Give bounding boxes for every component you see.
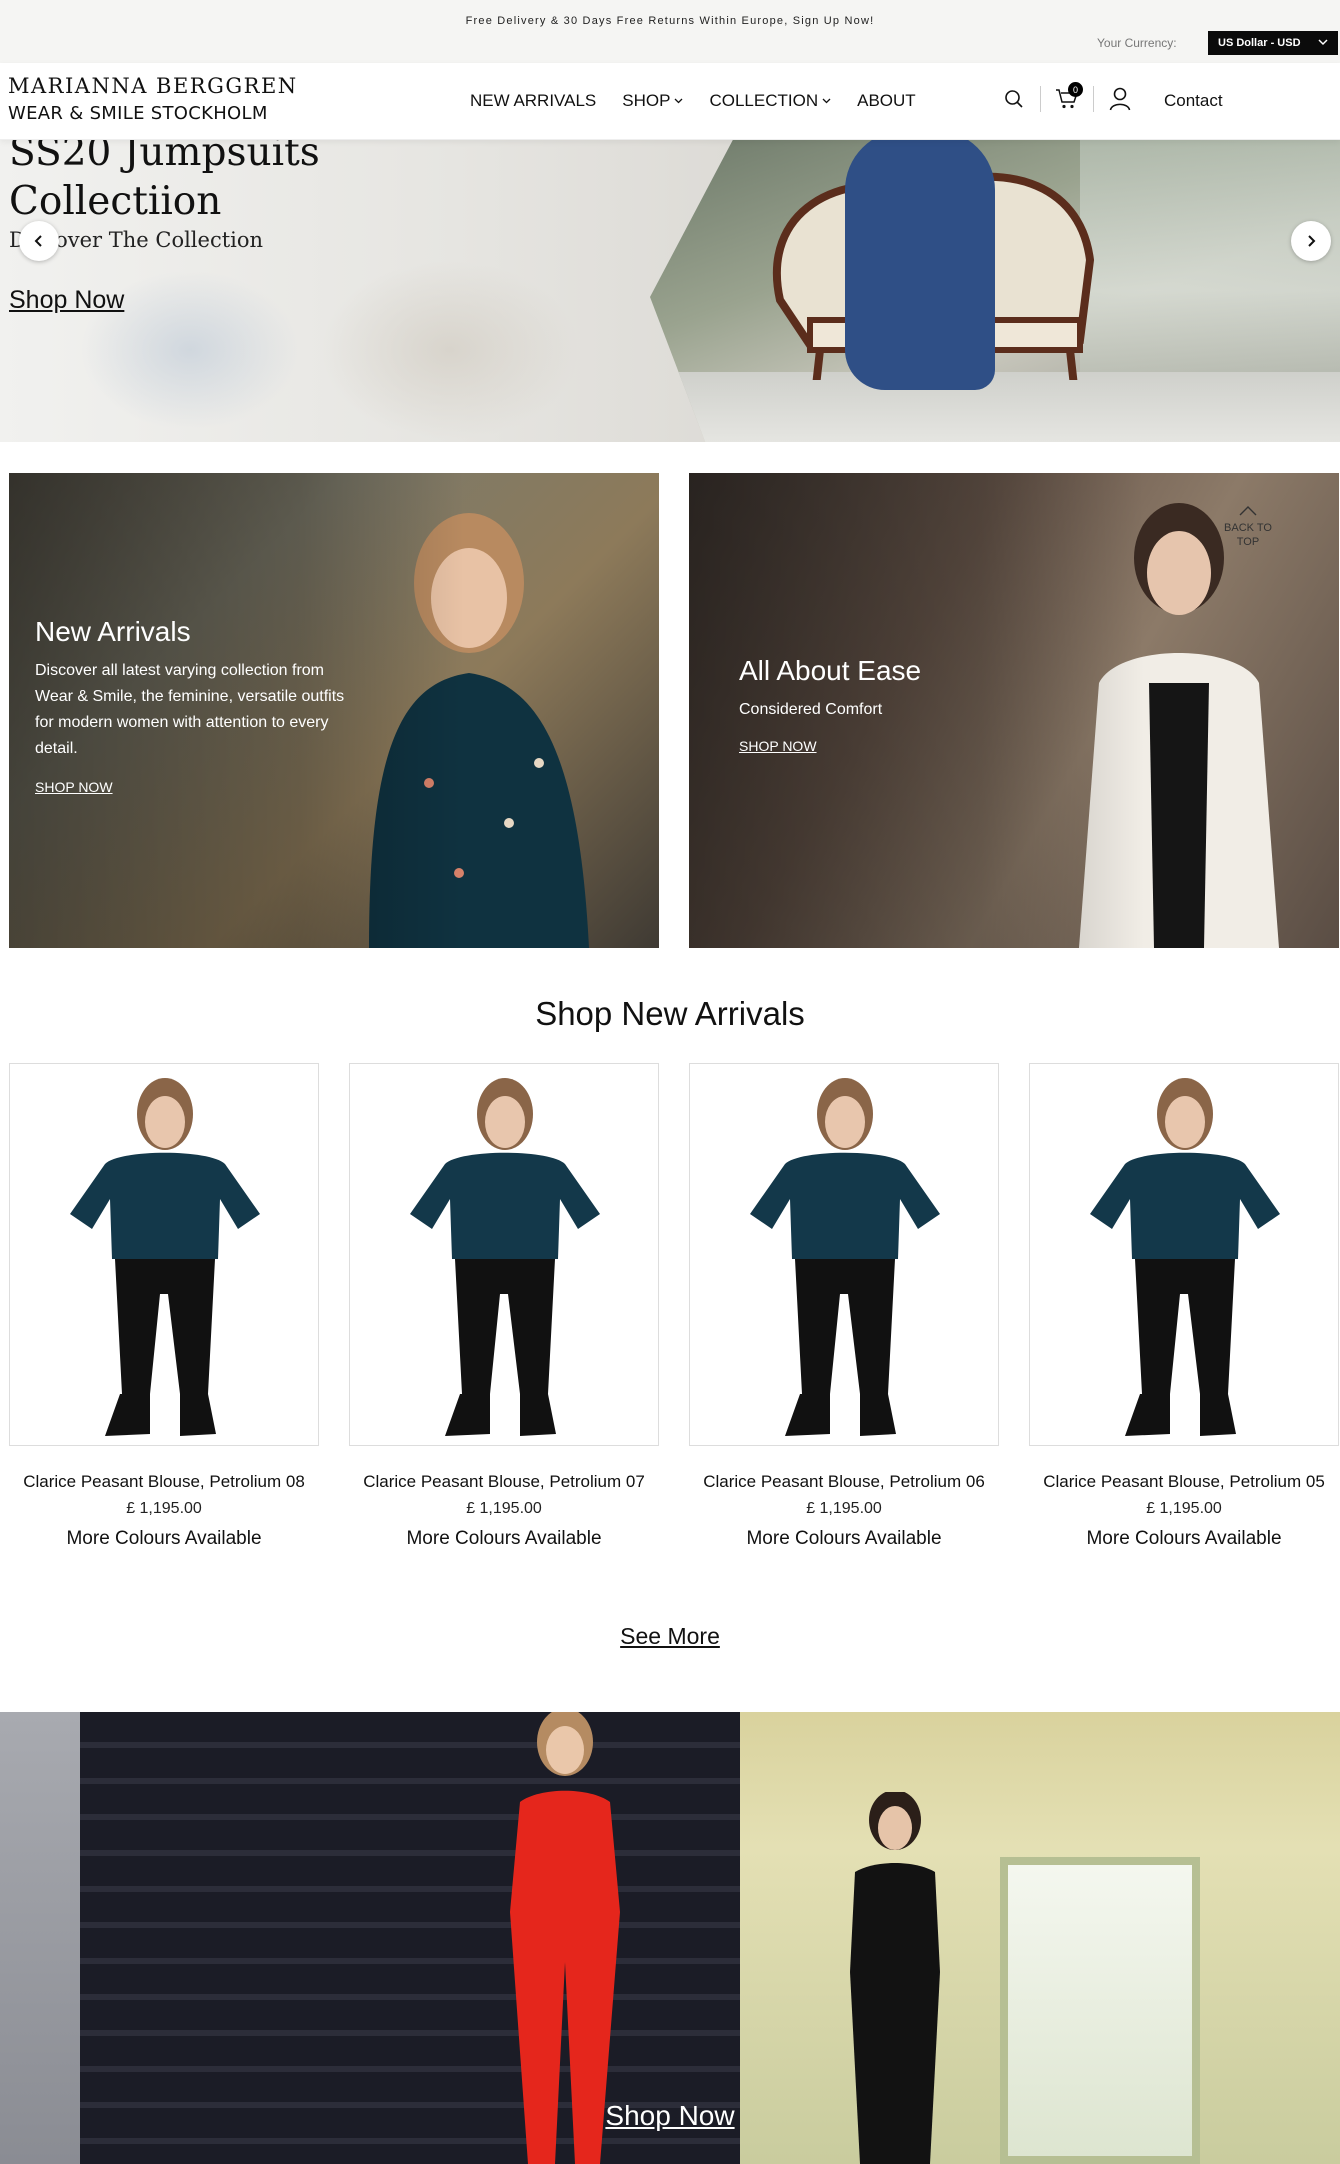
banner-stairs — [80, 1712, 760, 2164]
hero-image — [650, 140, 1340, 442]
hero-shop-now-link[interactable]: Shop Now — [9, 286, 124, 315]
product-image[interactable] — [349, 1063, 659, 1446]
product-image[interactable] — [1029, 1063, 1339, 1446]
product-name[interactable]: Clarice Peasant Blouse, Petrolium 07 — [349, 1470, 659, 1494]
hero-slider: SS20 Jumpsuits Collectiion Discover The … — [0, 140, 1340, 442]
announcement-text[interactable]: Free Delivery & 30 Days Free Returns Wit… — [0, 15, 1340, 27]
product-card[interactable]: Clarice Peasant Blouse, Petrolium 08 £ 1… — [9, 1063, 319, 1550]
logo-line-2: WEAR & SMILE STOCKHOLM — [8, 103, 268, 124]
nav-about[interactable]: ABOUT — [857, 91, 916, 111]
cart-count-badge: 0 — [1068, 82, 1083, 97]
back-to-top-label: BACK TO TOP — [1224, 522, 1272, 548]
hero-background-shape — [320, 260, 580, 440]
promo-new-arrivals[interactable]: New Arrivals Discover all latest varying… — [9, 473, 659, 948]
logo-line-1: MARIANNA BERGGREN — [8, 74, 298, 98]
chevron-up-icon — [1239, 506, 1257, 516]
nav-label: NEW ARRIVALS — [470, 91, 597, 110]
nav-label: COLLECTION — [709, 91, 819, 110]
product-photo — [70, 1078, 260, 1436]
more-colours-link[interactable]: More Colours Available — [9, 1528, 319, 1550]
product-card[interactable]: Clarice Peasant Blouse, Petrolium 05 £ 1… — [1029, 1063, 1339, 1550]
promo-title: All About Ease — [739, 655, 922, 686]
hero-title-line: Collectiion — [9, 179, 222, 224]
currency-select[interactable]: US Dollar - USD — [1208, 31, 1338, 55]
main-nav: NEW ARRIVALS SHOP COLLECTION ABOUT — [470, 91, 916, 111]
nav-shop[interactable]: SHOP — [622, 91, 683, 111]
nav-label: SHOP — [622, 91, 671, 110]
chevron-down-icon — [1318, 38, 1328, 49]
more-colours-link[interactable]: More Colours Available — [689, 1528, 999, 1550]
search-icon[interactable] — [1000, 85, 1028, 113]
chevron-down-icon — [822, 96, 831, 107]
hero-title-line: SS20 Jumpsuits — [9, 140, 320, 175]
currency-label: Your Currency: — [1097, 36, 1177, 50]
promo-title: New Arrivals — [35, 616, 191, 647]
product-card[interactable]: Clarice Peasant Blouse, Petrolium 07 £ 1… — [349, 1063, 659, 1550]
product-image[interactable] — [9, 1063, 319, 1446]
product-price: £ 1,195.00 — [126, 1500, 202, 1517]
product-photo — [750, 1078, 940, 1436]
product-price: £ 1,195.00 — [466, 1500, 542, 1517]
chevron-down-icon — [674, 96, 683, 107]
divider — [1093, 86, 1094, 112]
nav-collection[interactable]: COLLECTION — [709, 91, 831, 111]
product-price: £ 1,195.00 — [806, 1500, 882, 1517]
hero-title: SS20 Jumpsuits Collectiion — [9, 140, 320, 226]
promo-shop-now-link[interactable]: SHOP NOW — [739, 738, 817, 754]
site-header: MARIANNA BERGGREN WEAR & SMILE STOCKHOLM… — [0, 63, 1340, 140]
product-card[interactable]: Clarice Peasant Blouse, Petrolium 06 £ 1… — [689, 1063, 999, 1550]
promo-shop-now-link[interactable]: SHOP NOW — [35, 779, 113, 795]
product-photo — [1090, 1078, 1280, 1436]
currency-value: US Dollar - USD — [1218, 37, 1301, 49]
banner-model-red — [510, 1712, 620, 2164]
more-colours-link[interactable]: More Colours Available — [1029, 1528, 1339, 1550]
chevron-right-icon — [1308, 235, 1316, 247]
product-price: £ 1,195.00 — [1146, 1500, 1222, 1517]
section-title: Shop New Arrivals — [535, 995, 805, 1032]
product-name[interactable]: Clarice Peasant Blouse, Petrolium 05 — [1029, 1470, 1339, 1494]
jumpsuit-banner[interactable] — [0, 1712, 1340, 2164]
nav-label: ABOUT — [857, 91, 916, 110]
account-icon[interactable] — [1106, 85, 1134, 113]
promo-text: Discover all latest varying collection f… — [35, 662, 345, 757]
divider — [1040, 86, 1041, 112]
hero-floor — [650, 372, 1340, 442]
back-to-top-button[interactable]: BACK TO TOP — [1218, 505, 1278, 549]
banner-shop-now-link[interactable]: Shop Now — [0, 2100, 1340, 2132]
chevron-left-icon — [34, 235, 42, 247]
more-colours-link[interactable]: More Colours Available — [349, 1528, 659, 1550]
brand-logo[interactable]: MARIANNA BERGGREN WEAR & SMILE STOCKHOLM — [8, 72, 296, 132]
slider-prev-button[interactable] — [19, 221, 59, 261]
product-name[interactable]: Clarice Peasant Blouse, Petrolium 06 — [689, 1470, 999, 1494]
cart-icon[interactable]: 0 — [1053, 82, 1083, 113]
product-image[interactable] — [689, 1063, 999, 1446]
promo-text: Considered Comfort — [739, 701, 883, 718]
see-more-link[interactable]: See More — [0, 1623, 1340, 1650]
product-photo — [410, 1078, 600, 1436]
announcement-bar: Free Delivery & 30 Days Free Returns Wit… — [0, 0, 1340, 63]
header-icons: 0 — [1000, 82, 1134, 113]
hero-model-dress — [845, 140, 995, 390]
contact-link[interactable]: Contact — [1164, 91, 1223, 111]
slider-next-button[interactable] — [1291, 221, 1331, 261]
product-name[interactable]: Clarice Peasant Blouse, Petrolium 08 — [9, 1470, 319, 1494]
nav-new-arrivals[interactable]: NEW ARRIVALS — [470, 91, 596, 111]
